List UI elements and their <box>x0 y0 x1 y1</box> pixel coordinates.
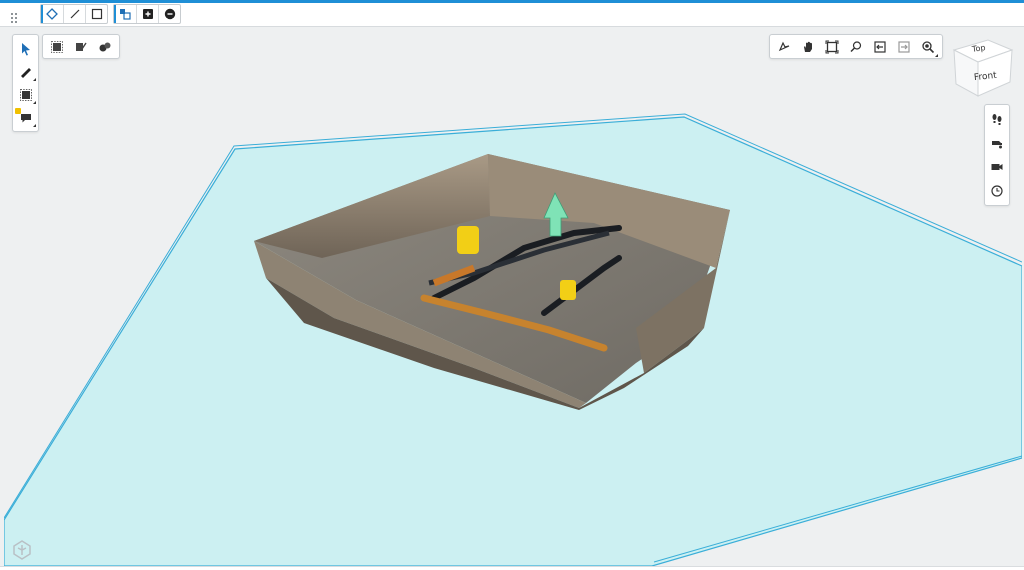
zoom-button[interactable] <box>916 35 940 59</box>
annotation-tool[interactable] <box>14 106 38 129</box>
clip-box-edit-icon <box>76 42 87 51</box>
layers-select-icon <box>120 9 131 20</box>
orbit-button[interactable] <box>772 35 796 59</box>
clip-box-edit-button[interactable] <box>69 35 93 59</box>
view-cube[interactable]: Top Front <box>948 34 1018 102</box>
camera-icon <box>991 164 1003 170</box>
spheres-icon <box>99 42 111 51</box>
navigation-mode-panel <box>984 104 1010 206</box>
select-layers-button[interactable] <box>114 5 136 23</box>
app-logo-icon <box>12 540 32 564</box>
status-strip <box>0 566 1024 570</box>
reality-mesh-scene[interactable] <box>4 28 1022 566</box>
measure-tool[interactable] <box>14 60 38 83</box>
view-tool-panel <box>769 34 943 59</box>
left-tool-panel <box>12 34 39 132</box>
fit-frame-icon <box>825 40 839 53</box>
active-flag-badge <box>14 108 21 114</box>
line-icon <box>70 9 79 19</box>
minus-circle-icon <box>164 8 175 20</box>
orbit-icon <box>778 41 790 51</box>
plus-square-icon <box>142 9 153 19</box>
select-tool[interactable] <box>14 37 38 60</box>
next-view-icon <box>898 40 910 53</box>
walk-mode-button[interactable] <box>985 107 1009 131</box>
magnifier-icon <box>922 40 935 53</box>
footsteps-icon <box>992 114 1002 125</box>
top-toolbar <box>0 3 1024 27</box>
clock-button[interactable] <box>985 179 1009 203</box>
line-tool-button[interactable] <box>63 5 85 23</box>
remove-button[interactable] <box>158 5 180 23</box>
toolbar-grip-icon[interactable] <box>10 9 18 28</box>
clipping-tool[interactable] <box>14 83 38 106</box>
zoom-window-button[interactable] <box>844 35 868 59</box>
clip-box-show-icon <box>51 40 63 53</box>
clip-box-icon <box>19 88 32 101</box>
clock-icon <box>991 185 1003 197</box>
fit-view-button[interactable] <box>820 35 844 59</box>
view-cube-top-label[interactable]: Top <box>971 43 986 54</box>
zoom-window-icon <box>850 40 862 52</box>
objects-button[interactable] <box>93 35 117 59</box>
fly-icon <box>992 141 1002 149</box>
comment-icon <box>20 113 31 122</box>
rectangle-icon <box>91 8 102 20</box>
fly-mode-button[interactable] <box>985 131 1009 155</box>
next-view-button[interactable] <box>892 35 916 59</box>
selection-tool-group <box>113 4 181 24</box>
point-snap-button[interactable] <box>41 5 63 23</box>
pan-button[interactable] <box>796 35 820 59</box>
add-button[interactable] <box>136 5 158 23</box>
clipping-sub-tools <box>42 34 120 59</box>
diamond-snap-icon <box>46 8 58 20</box>
cursor-arrow-icon <box>21 42 30 55</box>
3d-viewport[interactable]: Top Front <box>4 28 1022 566</box>
drawing-tool-group <box>40 4 108 24</box>
previous-view-button[interactable] <box>868 35 892 59</box>
hand-icon <box>804 41 812 52</box>
previous-view-icon <box>874 40 886 53</box>
clip-box-show-button[interactable] <box>45 35 69 59</box>
ruler-icon <box>20 67 31 78</box>
rectangle-tool-button[interactable] <box>85 5 107 23</box>
camera-button[interactable] <box>985 155 1009 179</box>
